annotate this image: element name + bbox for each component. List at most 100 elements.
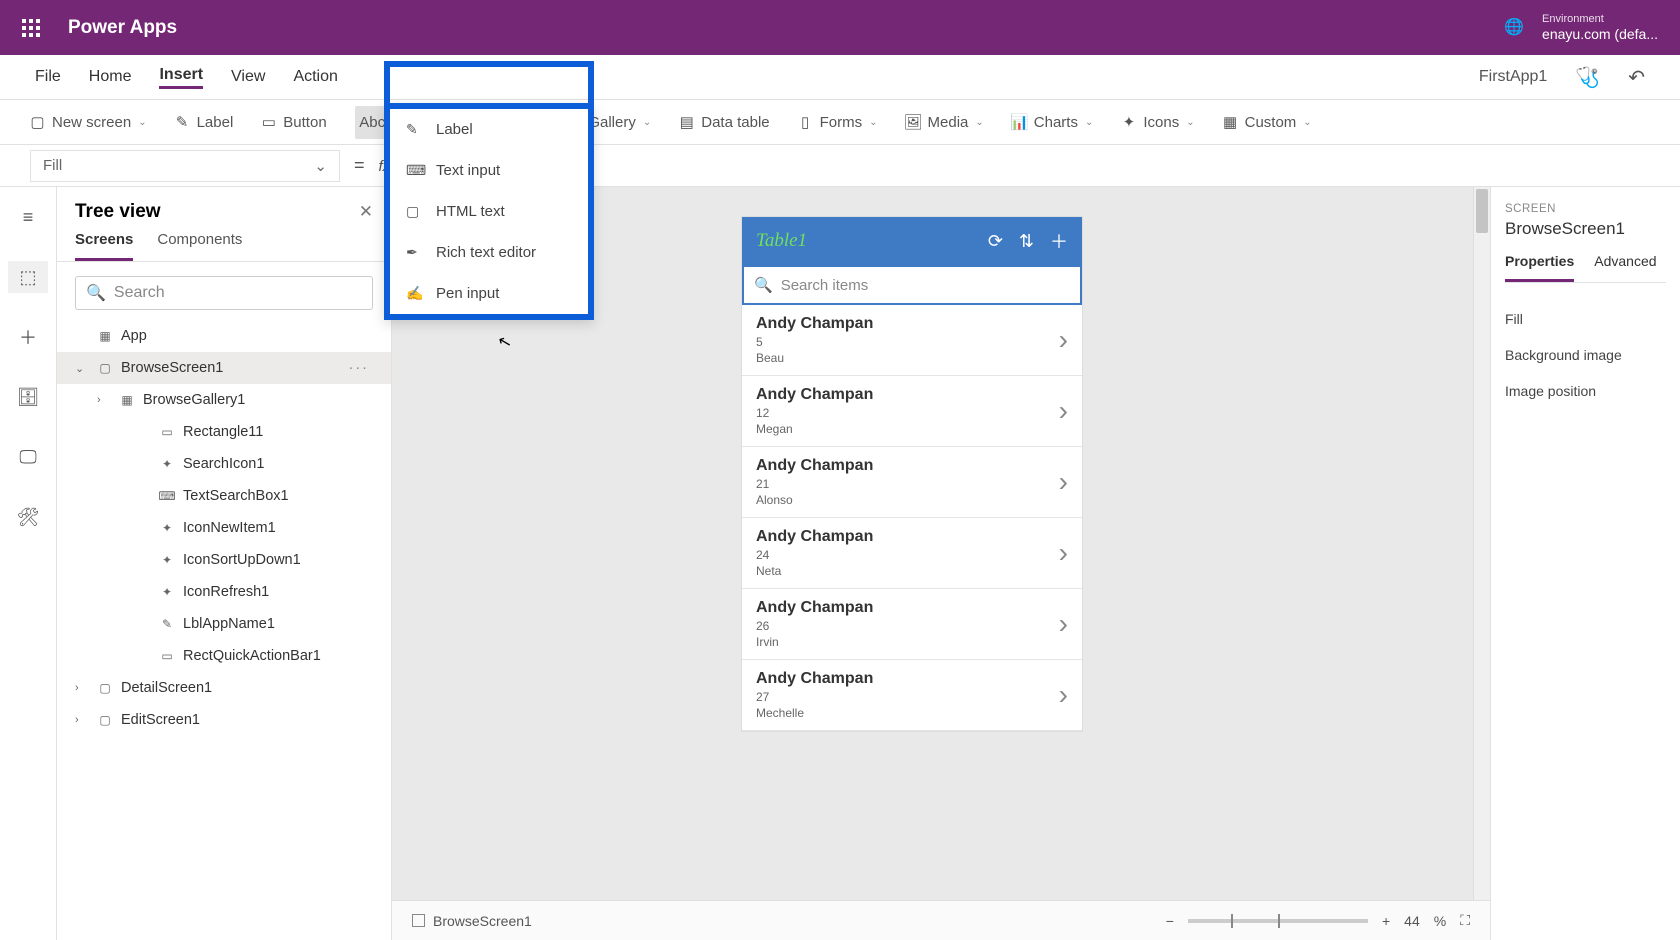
ribbon-new-screen[interactable]: ▢New screen⌄ bbox=[30, 114, 147, 131]
list-item[interactable]: Andy Champan27Mechelle› bbox=[742, 660, 1082, 731]
tree-node[interactable]: ✦IconSortUpDown1 bbox=[57, 544, 391, 576]
expand-icon[interactable]: ⌄ bbox=[75, 362, 89, 375]
row-title: Andy Champan bbox=[756, 386, 873, 404]
tree-search-input[interactable]: 🔍 Search bbox=[75, 276, 373, 310]
node-label: IconRefresh1 bbox=[183, 584, 269, 600]
dropdown-item-label[interactable]: ✎Label bbox=[390, 109, 588, 150]
chevron-right-icon: › bbox=[1059, 608, 1068, 640]
tab-components[interactable]: Components bbox=[157, 231, 242, 261]
refresh-icon[interactable]: ⟳ bbox=[988, 231, 1003, 252]
list-item[interactable]: Andy Champan12Megan› bbox=[742, 376, 1082, 447]
property-selector[interactable]: Fill ⌄ bbox=[30, 150, 340, 182]
fullscreen-icon[interactable]: ⛶ bbox=[1460, 912, 1470, 929]
tab-properties[interactable]: Properties bbox=[1505, 253, 1574, 282]
dropdown-item-rich-text[interactable]: ✒Rich text editor bbox=[390, 232, 588, 273]
node-label: RectQuickActionBar1 bbox=[183, 648, 321, 664]
node-label: App bbox=[121, 328, 147, 344]
tree-node[interactable]: ›▢EditScreen1 bbox=[57, 704, 391, 736]
ribbon-charts[interactable]: 📊Charts⌄ bbox=[1012, 114, 1094, 131]
tab-advanced[interactable]: Advanced bbox=[1594, 253, 1656, 282]
ribbon-icons[interactable]: ✦Icons⌄ bbox=[1121, 114, 1194, 131]
dropdown-item-text-input[interactable]: ⌨Text input bbox=[390, 150, 588, 191]
zoom-out-icon[interactable]: − bbox=[1166, 913, 1174, 929]
undo-icon[interactable]: ↶ bbox=[1628, 65, 1645, 90]
ribbon-button[interactable]: ▭Button bbox=[261, 114, 326, 131]
app-name-field[interactable]: FirstApp1 bbox=[1479, 68, 1547, 86]
menu-action[interactable]: Action bbox=[293, 68, 337, 86]
row-subtitle2: Beau bbox=[756, 351, 873, 365]
row-subtitle: 26 bbox=[756, 619, 873, 633]
app-launcher-icon[interactable] bbox=[22, 19, 40, 37]
row-subtitle: 24 bbox=[756, 548, 873, 562]
dropdown-item-html-text[interactable]: ▢HTML text bbox=[390, 191, 588, 232]
zoom-in-icon[interactable]: + bbox=[1382, 913, 1390, 929]
prop-fill[interactable]: Fill bbox=[1505, 301, 1666, 337]
row-title: Andy Champan bbox=[756, 457, 873, 475]
tree-node[interactable]: ⌨TextSearchBox1 bbox=[57, 480, 391, 512]
canvas-scrollbar[interactable] bbox=[1473, 187, 1490, 900]
ribbon-custom[interactable]: ▦Custom⌄ bbox=[1223, 114, 1312, 131]
row-subtitle2: Alonso bbox=[756, 493, 873, 507]
node-type-icon: ▦ bbox=[97, 328, 113, 344]
media-icon[interactable]: 🖵 bbox=[8, 441, 48, 473]
more-icon[interactable]: ··· bbox=[349, 360, 380, 376]
expand-icon[interactable]: › bbox=[97, 394, 111, 406]
tree-node[interactable]: ✦IconRefresh1 bbox=[57, 576, 391, 608]
tree-node[interactable]: ✦IconNewItem1 bbox=[57, 512, 391, 544]
node-type-icon: ✎ bbox=[159, 616, 175, 632]
app-checker-icon[interactable]: 🩺 bbox=[1575, 65, 1600, 90]
tree-node[interactable]: ›▢DetailScreen1 bbox=[57, 672, 391, 704]
menu-home[interactable]: Home bbox=[89, 68, 132, 86]
dropdown-item-pen-input[interactable]: ✍Pen input bbox=[390, 273, 588, 314]
node-type-icon: ▭ bbox=[159, 648, 175, 664]
sort-icon[interactable]: ⇅ bbox=[1019, 231, 1034, 252]
tab-screens[interactable]: Screens bbox=[75, 231, 133, 261]
ribbon-forms[interactable]: ▯Forms⌄ bbox=[798, 114, 878, 131]
chevron-right-icon: › bbox=[1059, 324, 1068, 356]
environment-picker[interactable]: Environment enayu.com (defa... bbox=[1542, 13, 1658, 43]
list-item[interactable]: Andy Champan21Alonso› bbox=[742, 447, 1082, 518]
expand-icon[interactable]: › bbox=[75, 682, 89, 694]
tree-node[interactable]: ✦SearchIcon1 bbox=[57, 448, 391, 480]
tree-node[interactable]: ›▦BrowseGallery1 bbox=[57, 384, 391, 416]
tools-icon[interactable]: 🛠 bbox=[8, 501, 48, 533]
menu-file[interactable]: File bbox=[35, 68, 61, 86]
ribbon-datatable[interactable]: ▤Data table bbox=[679, 114, 769, 131]
tree-node[interactable]: ▦ App bbox=[57, 320, 391, 352]
node-type-icon: ⌨ bbox=[159, 488, 175, 504]
node-type-icon: ▭ bbox=[159, 424, 175, 440]
screen-checkbox-icon[interactable] bbox=[412, 914, 425, 927]
tree-node[interactable]: ▭ Rectangle11 bbox=[57, 416, 391, 448]
app-header-title: Table1 bbox=[756, 230, 807, 252]
zoom-slider[interactable] bbox=[1188, 919, 1368, 923]
menu-insert[interactable]: Insert bbox=[159, 66, 203, 89]
add-icon[interactable]: ＋ bbox=[1050, 228, 1068, 254]
menu-view[interactable]: View bbox=[231, 68, 265, 86]
data-icon[interactable]: 🗄 bbox=[8, 381, 48, 413]
row-subtitle: 21 bbox=[756, 477, 873, 491]
node-label: Rectangle11 bbox=[183, 424, 263, 440]
tree-node[interactable]: ✎LblAppName1 bbox=[57, 608, 391, 640]
close-icon[interactable]: ✕ bbox=[359, 202, 373, 222]
expand-icon[interactable]: › bbox=[75, 714, 89, 726]
ribbon-label[interactable]: ✎Label bbox=[175, 114, 234, 131]
text-input-icon: ⌨ bbox=[406, 162, 422, 179]
hamburger-icon[interactable]: ≡ bbox=[8, 201, 48, 233]
prop-background-image[interactable]: Background image bbox=[1505, 337, 1666, 373]
tree-node[interactable]: ⌄ ▢ BrowseScreen1 ··· bbox=[57, 352, 391, 384]
search-input[interactable]: 🔍 Search items bbox=[742, 265, 1082, 305]
pen-icon: ✍ bbox=[406, 285, 422, 302]
prop-image-position[interactable]: Image position bbox=[1505, 373, 1666, 409]
node-type-icon: ▢ bbox=[97, 712, 113, 728]
list-item[interactable]: Andy Champan26Irvin› bbox=[742, 589, 1082, 660]
list-item[interactable]: Andy Champan24Neta› bbox=[742, 518, 1082, 589]
tree-view-icon[interactable]: ⬚ bbox=[8, 261, 48, 293]
node-type-icon: ▢ bbox=[97, 360, 113, 376]
tree-node[interactable]: ▭ RectQuickActionBar1 bbox=[57, 640, 391, 672]
row-title: Andy Champan bbox=[756, 599, 873, 617]
ribbon-media[interactable]: 🖼Media⌄ bbox=[906, 114, 984, 131]
insert-icon[interactable]: ＋ bbox=[8, 321, 48, 353]
node-label: BrowseScreen1 bbox=[121, 360, 223, 376]
list-item[interactable]: Andy Champan5Beau› bbox=[742, 305, 1082, 376]
node-label: IconSortUpDown1 bbox=[183, 552, 301, 568]
